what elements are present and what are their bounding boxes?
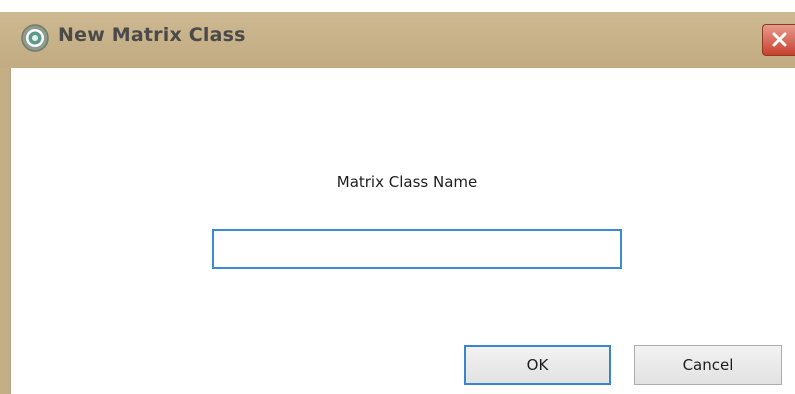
matrix-class-name-label: Matrix Class Name <box>336 173 478 191</box>
close-icon <box>772 32 787 47</box>
app-logo-icon <box>20 23 50 53</box>
dialog-window: New Matrix Class Matrix Class Name OK Ca… <box>0 12 795 394</box>
dialog-content: Matrix Class Name OK Cancel <box>10 68 795 394</box>
window-title: New Matrix Class <box>58 24 246 46</box>
desktop-background <box>0 0 795 12</box>
ok-button[interactable]: OK <box>464 345 611 385</box>
cancel-button[interactable]: Cancel <box>634 345 782 385</box>
close-button[interactable] <box>762 24 795 56</box>
matrix-class-name-input[interactable] <box>212 229 622 269</box>
title-bar[interactable]: New Matrix Class <box>0 12 795 68</box>
